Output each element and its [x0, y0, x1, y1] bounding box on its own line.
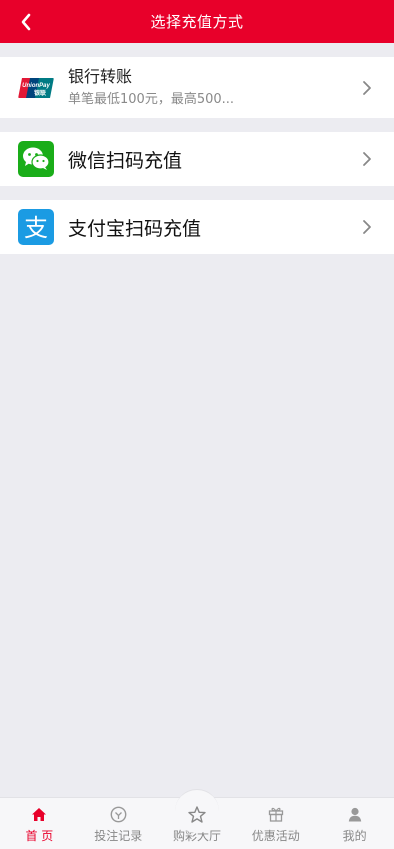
chevron-left-icon: [21, 13, 31, 30]
svg-text:支: 支: [24, 214, 48, 242]
tab-promotions[interactable]: 优惠活动: [236, 798, 315, 849]
alipay-icon: 支: [18, 209, 54, 245]
svg-text:银联: 银联: [34, 89, 46, 97]
tab-label: 我的: [342, 829, 367, 843]
tab-bet-records[interactable]: 投注记录: [79, 798, 158, 849]
wechat-icon: [18, 141, 54, 177]
page-title: 选择充值方式: [150, 13, 244, 31]
bank-transfer-title: 银行转账: [68, 66, 133, 86]
wechat-title: 微信扫码充值: [68, 149, 183, 172]
gift-icon: [268, 807, 283, 822]
tab-label: 优惠活动: [251, 829, 300, 843]
method-alipay[interactable]: 支 支付宝扫码充值: [0, 200, 394, 254]
record-icon: [110, 806, 127, 822]
method-wechat[interactable]: 微信扫码充值: [0, 132, 394, 186]
top-bar: 选择充值方式: [0, 0, 394, 43]
chevron-right-icon: [363, 220, 371, 234]
method-bank-transfer[interactable]: UnionPay 银联 银行转账 单笔最低100元，最高500...: [0, 57, 394, 118]
back-button[interactable]: [12, 6, 40, 37]
unionpay-icon: UnionPay 银联: [18, 70, 54, 106]
tab-mine[interactable]: 我的: [315, 798, 394, 849]
tab-label: 首 页: [25, 829, 54, 843]
bank-transfer-limit: 单笔最低100元，最高500...: [68, 91, 235, 107]
chevron-right-icon: [363, 80, 371, 95]
user-icon: [348, 807, 361, 821]
star-icon: [188, 805, 206, 823]
bottom-tab-bar: 首 页 投注记录 购彩大厅 优惠活动 我的: [0, 789, 394, 849]
alipay-title: 支付宝扫码充值: [68, 217, 202, 240]
svg-text:UnionPay: UnionPay: [22, 83, 50, 89]
chevron-right-icon: [363, 152, 371, 166]
home-icon: [32, 807, 47, 821]
tab-home[interactable]: 首 页: [0, 798, 79, 849]
tab-lottery-hall[interactable]: 购彩大厅: [158, 789, 237, 849]
tab-label: 投注记录: [94, 829, 143, 843]
